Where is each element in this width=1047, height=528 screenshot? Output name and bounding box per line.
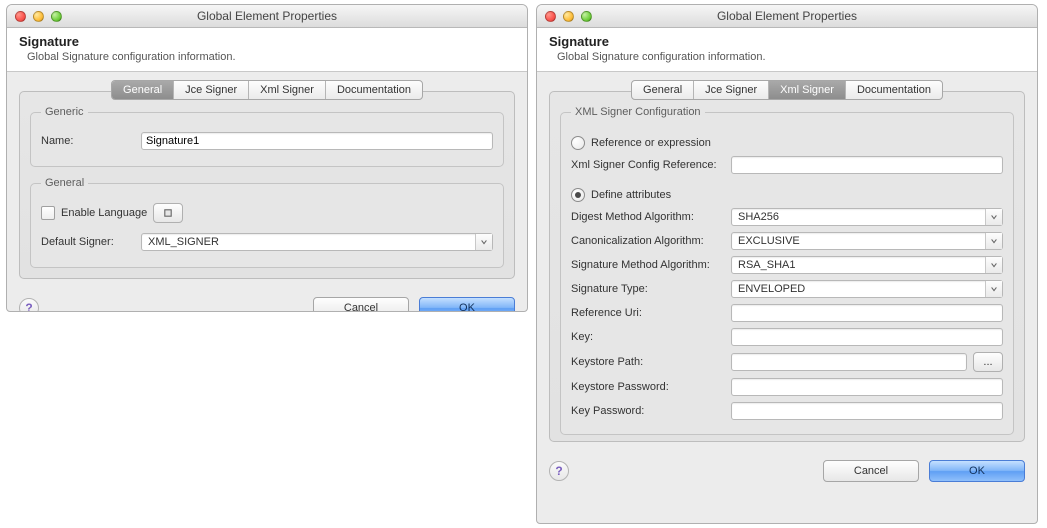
- window-title: Global Element Properties: [537, 9, 1037, 23]
- refuri-input[interactable]: [731, 304, 1003, 322]
- sigmethod-label: Signature Method Algorithm:: [571, 259, 731, 271]
- tab-xml-signer[interactable]: Xml Signer: [249, 81, 326, 99]
- sigtype-label: Signature Type:: [571, 283, 731, 295]
- header-title: Signature: [549, 34, 1025, 49]
- dialog-header: Signature Global Signature configuration…: [537, 28, 1037, 72]
- window-title: Global Element Properties: [7, 9, 527, 23]
- tab-general[interactable]: General: [112, 81, 174, 99]
- tab-documentation[interactable]: Documentation: [846, 81, 942, 99]
- radio-define[interactable]: [571, 188, 585, 202]
- default-signer-select[interactable]: XML_SIGNER: [141, 233, 493, 251]
- keystore-pass-label: Keystore Password:: [571, 381, 731, 393]
- tab-panel: Generic Name: General Enable Language: [19, 91, 515, 279]
- keystore-path-label: Keystore Path:: [571, 356, 731, 368]
- zoom-icon[interactable]: [581, 11, 592, 22]
- ok-button[interactable]: OK: [419, 297, 515, 312]
- close-icon[interactable]: [15, 11, 26, 22]
- dialog-footer: ? Cancel OK: [537, 452, 1037, 492]
- close-icon[interactable]: [545, 11, 556, 22]
- default-signer-value: XML_SIGNER: [146, 236, 475, 248]
- group-generic: Generic Name:: [30, 106, 504, 167]
- chevron-down-icon: [985, 233, 1002, 249]
- config-ref-input[interactable]: [731, 156, 1003, 174]
- digest-select[interactable]: SHA256: [731, 208, 1003, 226]
- dialog-xml-signer: Global Element Properties Signature Glob…: [536, 4, 1038, 524]
- tab-jce-signer[interactable]: Jce Signer: [174, 81, 249, 99]
- canon-label: Canonicalization Algorithm:: [571, 235, 731, 247]
- sigtype-select[interactable]: ENVELOPED: [731, 280, 1003, 298]
- group-general-legend: General: [41, 177, 88, 189]
- titlebar: Global Element Properties: [7, 5, 527, 28]
- minimize-icon[interactable]: [33, 11, 44, 22]
- header-subtitle: Global Signature configuration informati…: [557, 51, 1025, 63]
- enable-language-checkbox[interactable]: [41, 206, 55, 220]
- titlebar: Global Element Properties: [537, 5, 1037, 28]
- chevron-down-icon: [985, 257, 1002, 273]
- keystore-pass-input[interactable]: [731, 378, 1003, 396]
- tab-xml-signer[interactable]: Xml Signer: [769, 81, 846, 99]
- enable-language-toggle-icon[interactable]: [153, 203, 183, 223]
- tab-jce-signer[interactable]: Jce Signer: [694, 81, 769, 99]
- keystore-path-input[interactable]: [731, 353, 967, 371]
- dialog-footer: ? Cancel OK: [7, 289, 527, 312]
- group-general: General Enable Language Default Signer: …: [30, 177, 504, 268]
- tab-panel: XML Signer Configuration Reference or ex…: [549, 91, 1025, 442]
- chevron-down-icon: [985, 281, 1002, 297]
- key-pass-label: Key Password:: [571, 405, 731, 417]
- ok-button[interactable]: OK: [929, 460, 1025, 482]
- key-pass-input[interactable]: [731, 402, 1003, 420]
- key-input[interactable]: [731, 328, 1003, 346]
- dialog-header: Signature Global Signature configuration…: [7, 28, 527, 72]
- minimize-icon[interactable]: [563, 11, 574, 22]
- chevron-down-icon: [475, 234, 492, 250]
- refuri-label: Reference Uri:: [571, 307, 731, 319]
- digest-label: Digest Method Algorithm:: [571, 211, 731, 223]
- radio-reference[interactable]: [571, 136, 585, 150]
- header-title: Signature: [19, 34, 515, 49]
- help-icon[interactable]: ?: [549, 461, 569, 481]
- key-label: Key:: [571, 331, 731, 343]
- keystore-path-browse-button[interactable]: ...: [973, 352, 1003, 372]
- zoom-icon[interactable]: [51, 11, 62, 22]
- cancel-button[interactable]: Cancel: [313, 297, 409, 312]
- dialog-general: Global Element Properties Signature Glob…: [6, 4, 528, 312]
- name-label: Name:: [41, 135, 141, 147]
- chevron-down-icon: [985, 209, 1002, 225]
- cancel-button[interactable]: Cancel: [823, 460, 919, 482]
- enable-language-label: Enable Language: [61, 207, 147, 219]
- tab-general[interactable]: General: [632, 81, 694, 99]
- help-icon[interactable]: ?: [19, 298, 39, 312]
- config-ref-label: Xml Signer Config Reference:: [571, 159, 731, 171]
- default-signer-label: Default Signer:: [41, 236, 141, 248]
- group-legend: XML Signer Configuration: [571, 106, 705, 118]
- sigmethod-select[interactable]: RSA_SHA1: [731, 256, 1003, 274]
- group-xml-signer-config: XML Signer Configuration Reference or ex…: [560, 106, 1014, 435]
- name-input[interactable]: [141, 132, 493, 150]
- canon-select[interactable]: EXCLUSIVE: [731, 232, 1003, 250]
- header-subtitle: Global Signature configuration informati…: [27, 51, 515, 63]
- radio-reference-label: Reference or expression: [591, 137, 711, 149]
- group-generic-legend: Generic: [41, 106, 88, 118]
- tab-documentation[interactable]: Documentation: [326, 81, 422, 99]
- radio-define-label: Define attributes: [591, 189, 671, 201]
